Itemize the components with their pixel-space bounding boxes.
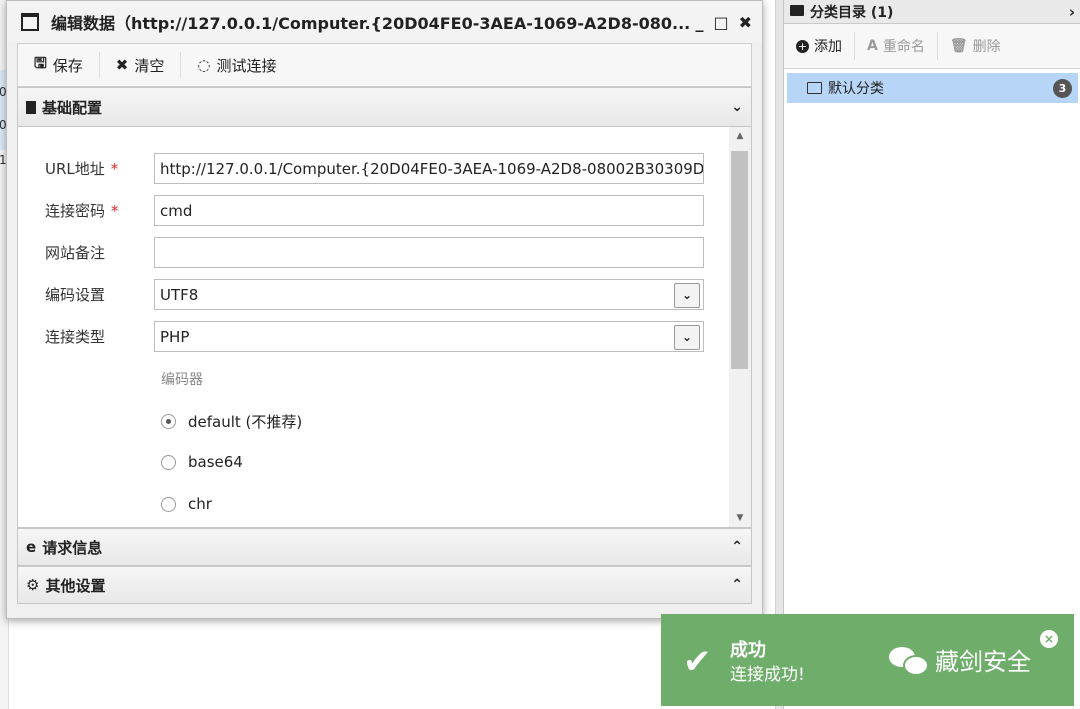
rename-category-label: 重命名	[882, 39, 925, 55]
add-category-label: 添加	[814, 39, 842, 55]
basic-config-title: 基础配置	[42, 98, 103, 117]
note-row: 网站备注	[18, 237, 704, 268]
chevron-down-icon: ⌄	[731, 99, 743, 115]
trash-icon: 🗑	[949, 38, 968, 54]
gears-icon: ⚙	[26, 576, 40, 594]
maximize-button[interactable]: □	[713, 13, 728, 32]
category-panel-title: 分类目录 (1)	[810, 4, 894, 21]
spinner-icon: ◌	[197, 56, 211, 74]
encoding-select[interactable]: UTF8 ⌄	[154, 279, 704, 310]
request-info-title: 请求信息	[42, 538, 103, 557]
type-label: 连接类型	[45, 328, 106, 346]
encoding-label: 编码设置	[45, 286, 106, 304]
radio-icon[interactable]	[161, 496, 176, 512]
password-label-wrap: 连接密码 *	[18, 200, 154, 221]
rename-category-button[interactable]: A 重命名	[855, 32, 938, 60]
encoding-row: 编码设置 UTF8 ⌄	[18, 279, 704, 310]
dialog-title: 编辑数据（http://127.0.0.1/Computer.{20D04FE0…	[51, 14, 691, 33]
clear-label: 清空	[134, 56, 165, 75]
basic-config-body: URL地址 * http://127.0.0.1/Computer.{20D04F…	[17, 127, 752, 528]
toast-message: 连接成功!	[730, 665, 805, 685]
dialog-toolbar: 🖫 保存 ✖ 清空 ◌ 测试连接	[17, 43, 752, 87]
other-settings-header[interactable]: ⚙ 其他设置 ⌃	[17, 566, 752, 604]
required-mark: *	[111, 202, 119, 220]
toast-title: 成功	[730, 640, 766, 661]
encoder-title: 编码器	[161, 372, 203, 388]
check-icon: ✔	[683, 642, 712, 682]
radio-icon[interactable]	[161, 454, 176, 470]
success-toast[interactable]: ✔ 成功 连接成功! 藏剑安全 ×	[661, 614, 1074, 706]
url-row: URL地址 * http://127.0.0.1/Computer.{20D04F…	[18, 153, 704, 184]
password-row: 连接密码 * cmd	[18, 195, 704, 226]
brand-text: 藏剑安全	[935, 648, 1031, 676]
scroll-down-icon[interactable]: ▼	[729, 513, 751, 523]
category-panel: 分类目录 (1) › + 添加 A 重命名 🗑 删除 默认分类 3	[783, 0, 1080, 709]
required-mark: *	[110, 160, 119, 178]
rename-icon: A	[867, 38, 878, 54]
password-label: 连接密码	[45, 202, 106, 220]
scrollbar-thumb[interactable]	[731, 151, 748, 369]
category-toolbar: + 添加 A 重命名 🗑 删除	[784, 24, 1080, 69]
edit-data-dialog: 编辑数据（http://127.0.0.1/Computer.{20D04FE0…	[6, 0, 763, 619]
type-row: 连接类型 PHP ⌄	[18, 321, 704, 352]
note-input[interactable]	[154, 237, 704, 268]
url-input[interactable]: http://127.0.0.1/Computer.{20D04FE0-3AEA…	[154, 153, 704, 184]
encoder-option-label: default (不推荐)	[188, 413, 303, 431]
encoder-option-label: chr	[188, 495, 212, 513]
encoder-option-base64[interactable]: base64	[161, 453, 243, 471]
folder-icon	[807, 82, 822, 94]
folder-icon	[790, 5, 804, 16]
category-panel-header[interactable]: 分类目录 (1) ›	[784, 0, 1080, 24]
plus-icon: +	[796, 39, 809, 53]
type-value: PHP	[160, 327, 190, 346]
close-button[interactable]: ✖	[739, 13, 752, 32]
basic-config-header[interactable]: 基础配置 ⌄	[17, 87, 752, 127]
delete-category-label: 删除	[972, 39, 1001, 55]
add-category-button[interactable]: + 添加	[784, 32, 855, 60]
category-item-label: 默认分类	[828, 81, 884, 97]
ie-icon: e	[26, 538, 37, 556]
encoder-option-default[interactable]: default (不推荐)	[161, 411, 302, 432]
save-label: 保存	[52, 56, 83, 75]
scroll-up-icon[interactable]: ▲	[729, 131, 751, 141]
chevron-up-icon: ⌃	[731, 577, 743, 593]
request-info-header[interactable]: e 请求信息 ⌃	[17, 528, 752, 566]
encoding-value: UTF8	[160, 285, 199, 304]
test-connection-label: 测试连接	[216, 56, 277, 75]
test-connection-button[interactable]: ◌ 测试连接	[181, 52, 292, 78]
encoder-option-chr[interactable]: chr	[161, 495, 212, 513]
category-item-default[interactable]: 默认分类 3	[787, 73, 1078, 103]
clear-icon: ✖	[115, 56, 129, 74]
encoder-option-label: base64	[188, 453, 243, 471]
note-label: 网站备注	[45, 244, 106, 262]
other-settings-title: 其他设置	[45, 576, 106, 595]
radio-selected-icon[interactable]	[161, 414, 176, 429]
minimize-button[interactable]: _	[695, 13, 703, 32]
clear-button[interactable]: ✖ 清空	[100, 52, 182, 78]
chevron-down-icon[interactable]: ⌄	[674, 283, 700, 308]
window-icon	[21, 13, 39, 31]
url-label: URL地址	[45, 160, 105, 178]
wechat-icon	[889, 645, 929, 676]
chevron-right-icon[interactable]: ›	[1069, 3, 1075, 21]
save-button[interactable]: 🖫 保存	[18, 52, 100, 78]
chevron-down-icon[interactable]: ⌄	[674, 325, 700, 350]
chevron-up-icon: ⌃	[731, 539, 743, 555]
close-icon[interactable]: ×	[1040, 630, 1058, 648]
content-scrollbar[interactable]: ▲ ▼	[729, 127, 751, 527]
category-count-badge: 3	[1053, 79, 1072, 98]
password-input[interactable]: cmd	[154, 195, 704, 226]
delete-category-button[interactable]: 🗑 删除	[938, 32, 1013, 60]
dialog-titlebar[interactable]: 编辑数据（http://127.0.0.1/Computer.{20D04FE0…	[7, 1, 762, 43]
watermark-brand: 藏剑安全	[889, 642, 1031, 677]
type-select[interactable]: PHP ⌄	[154, 321, 704, 352]
save-icon: 🖫	[34, 53, 47, 72]
url-label-wrap: URL地址 *	[18, 158, 154, 179]
doc-icon	[26, 100, 36, 114]
